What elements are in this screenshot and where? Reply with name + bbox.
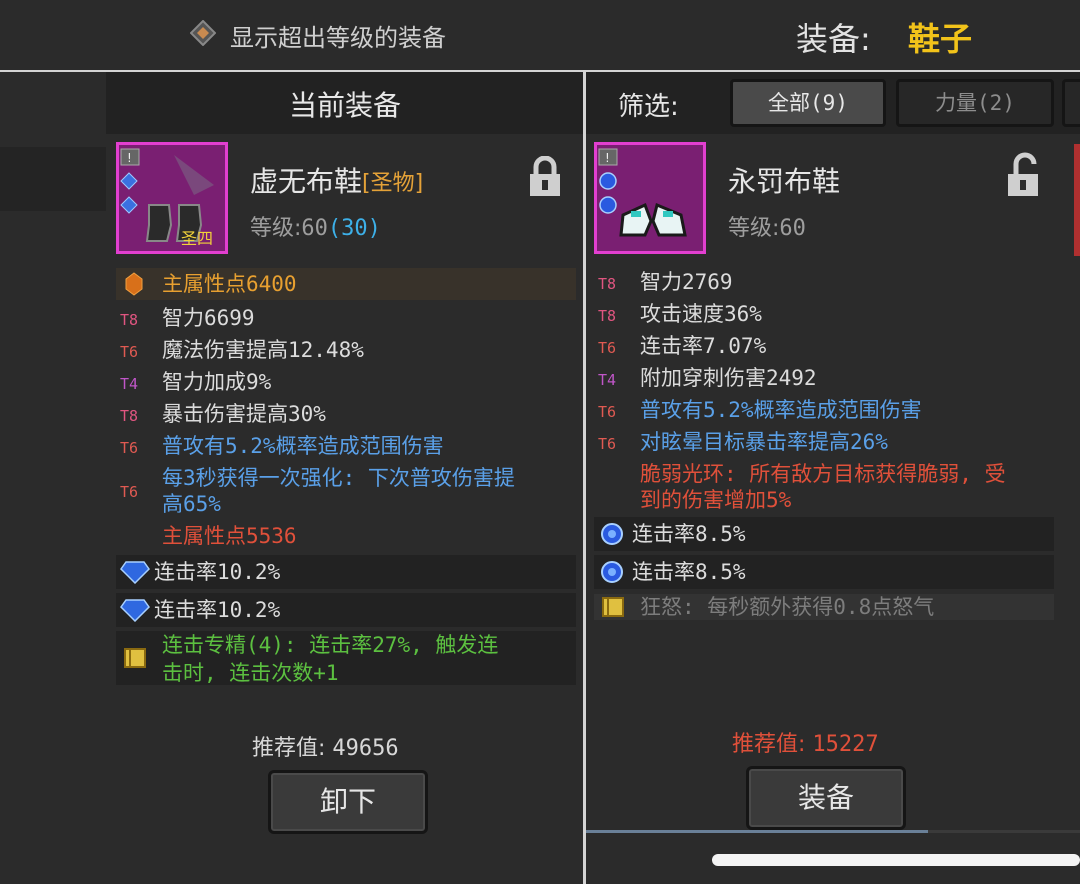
- score-label: 推荐值:: [732, 732, 806, 757]
- current-item-name: 虚无布鞋: [250, 165, 363, 198]
- equip-button[interactable]: 装备: [746, 766, 906, 830]
- stat-text: 连击率7.07%: [640, 334, 767, 358]
- current-stat-row: T6: [120, 475, 162, 507]
- tier-label: T6: [120, 439, 139, 457]
- equipment-title: 装备:: [796, 20, 871, 58]
- score-value: 15227: [812, 732, 879, 757]
- stat-text: 智力加成9%: [162, 370, 272, 394]
- tier-label: T6: [120, 483, 139, 501]
- bonus-stat: 主属性点5536: [162, 524, 297, 548]
- show-over-level-toggle-label[interactable]: 显示超出等级的装备: [230, 18, 446, 53]
- unlocked-icon[interactable]: [1006, 152, 1042, 202]
- next-card-edge[interactable]: [1074, 144, 1080, 256]
- current-score: 推荐值: 49656: [252, 730, 399, 762]
- current-item-icon[interactable]: ! 圣四: [116, 142, 228, 254]
- candidate-stat-row: T8 攻击速度36%: [598, 299, 762, 331]
- aura-line2: 到的伤害增加5%: [640, 488, 792, 512]
- gem-stat: 连击率10.2%: [154, 598, 281, 622]
- stat-text: 智力6699: [162, 306, 255, 330]
- stat-text: 暴击伤害提高30%: [162, 402, 326, 426]
- stat-text: 对眩晕目标暴击率提高26%: [640, 430, 888, 454]
- round-blue-gem-icon: [600, 522, 624, 550]
- tier-label: T8: [598, 275, 617, 293]
- current-stat-row: T6 普攻有5.2%概率造成范围伤害: [120, 431, 444, 463]
- unequip-button[interactable]: 卸下: [268, 770, 428, 834]
- candidate-stat-row: T6 连击率7.07%: [598, 331, 766, 363]
- candidate-stat-row: T6 普攻有5.2%概率造成范围伤害: [598, 395, 922, 427]
- candidate-item-level-row: 等级:60: [728, 210, 806, 242]
- set-bonus-line2: 击时, 连击次数+1: [162, 661, 339, 685]
- tier-label: T6: [598, 403, 617, 421]
- blue-gem-icon: [120, 598, 150, 626]
- scroll-icon: [600, 596, 626, 622]
- svg-text:!: !: [127, 151, 132, 165]
- gem-stat: 连击率8.5%: [632, 522, 746, 546]
- current-item-badge: 圣四: [181, 229, 214, 248]
- stat-text-cont: 高65%: [162, 492, 221, 516]
- score-value: 49656: [332, 736, 399, 761]
- score-label: 推荐值:: [252, 736, 326, 761]
- stat-text: 普攻有5.2%概率造成范围伤害: [640, 398, 922, 422]
- tier-label: T8: [120, 407, 139, 425]
- round-blue-gem-icon: [600, 560, 624, 588]
- tier-label: T8: [120, 311, 139, 329]
- current-item-rarity: [圣物]: [362, 171, 424, 196]
- blue-gem-icon: [120, 560, 150, 588]
- stat-text: 魔法伤害提高12.48%: [162, 338, 364, 362]
- stat-text: 普攻有5.2%概率造成范围伤害: [162, 434, 444, 458]
- current-stat-row: T8 智力6699: [120, 303, 255, 335]
- stat-text: 智力2769: [640, 270, 733, 294]
- filter-tab-strength[interactable]: 力量(2): [896, 79, 1054, 127]
- current-stat-row: T6 魔法伤害提高12.48%: [120, 335, 364, 367]
- svg-text:!: !: [605, 151, 610, 165]
- level-extra: (30): [327, 216, 381, 241]
- tier-label: T4: [598, 371, 617, 389]
- left-strip-band: [0, 147, 106, 211]
- filter-label: 筛选:: [618, 92, 679, 122]
- gem-stat: 连击率8.5%: [632, 560, 746, 584]
- candidate-stat-row: T4 附加穿刺伤害2492: [598, 363, 817, 395]
- set-bonus-inactive: 狂怒: 每秒额外获得0.8点怒气: [640, 595, 935, 619]
- home-indicator[interactable]: [712, 854, 1080, 866]
- level-value: 60: [779, 216, 806, 241]
- current-equipment-title: 当前装备: [288, 89, 401, 122]
- scrollbar-thumb[interactable]: [586, 830, 928, 833]
- tier-label: T6: [598, 339, 617, 357]
- main-stat-icon: [124, 272, 144, 300]
- stat-text: 附加穿刺伤害2492: [640, 366, 817, 390]
- level-value: 60: [301, 216, 328, 241]
- tier-label: T8: [598, 307, 617, 325]
- filter-tab-all[interactable]: 全部(9): [730, 79, 886, 127]
- candidate-stat-row: T6 对眩晕目标暴击率提高26%: [598, 427, 888, 459]
- lock-icon[interactable]: [528, 155, 562, 202]
- candidate-score: 推荐值: 15227: [732, 726, 879, 758]
- tier-label: T4: [120, 375, 139, 393]
- filter-tab-more[interactable]: [1062, 79, 1080, 127]
- level-label: 等级:: [728, 216, 780, 241]
- tier-label: T6: [598, 435, 617, 453]
- main-stat: 主属性点6400: [162, 272, 297, 296]
- candidate-item-icon[interactable]: !: [594, 142, 706, 254]
- gem-stat: 连击率10.2%: [154, 560, 281, 584]
- diamond-toggle-icon[interactable]: [189, 19, 217, 47]
- tier-label: T6: [120, 343, 139, 361]
- current-item-level-row: 等级:60(30): [250, 210, 381, 242]
- level-label: 等级:: [250, 216, 302, 241]
- candidate-stat-row: T8 智力2769: [598, 267, 733, 299]
- scroll-icon: [122, 646, 148, 674]
- current-stat-row: T4 智力加成9%: [120, 367, 271, 399]
- stat-text: 攻击速度36%: [640, 302, 762, 326]
- candidate-item-name: 永罚布鞋: [728, 165, 841, 198]
- equipment-slot-name: 鞋子: [908, 20, 973, 58]
- current-stat-row: T8 暴击伤害提高30%: [120, 399, 326, 431]
- set-bonus-line1: 连击专精(4): 连击率27%, 触发连: [162, 633, 499, 657]
